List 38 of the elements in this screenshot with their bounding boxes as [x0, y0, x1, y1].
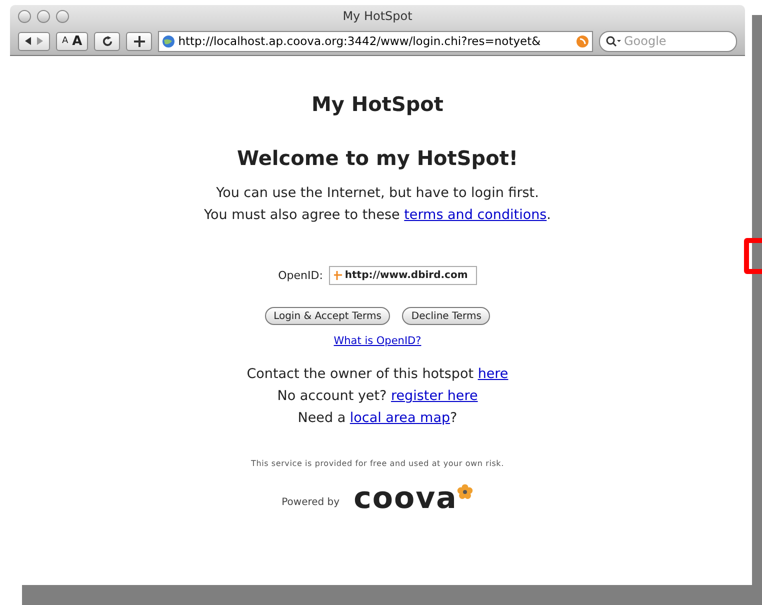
reload-icon	[102, 36, 113, 46]
window-control-icon[interactable]	[18, 10, 31, 23]
logo-text: coova	[354, 484, 458, 514]
welcome-heading: Welcome to my HotSpot!	[236, 146, 518, 170]
plus-icon	[134, 36, 145, 46]
flower-icon	[457, 484, 474, 500]
add-bookmark-button[interactable]	[126, 32, 152, 50]
info-text: Contact the owner of this hotspot	[246, 365, 475, 384]
form-button[interactable]: Decline Terms	[402, 307, 490, 325]
intro-text: You can use the Internet, but have to login first.	[216, 184, 539, 203]
powered-by-text: Powered by	[282, 497, 340, 508]
window-title: My HotSpot	[342, 9, 412, 23]
reload-button[interactable]	[94, 32, 120, 50]
rss-icon	[576, 34, 589, 48]
terms-text: You must also agree to these	[204, 206, 401, 225]
terms-link[interactable]: terms and conditions	[404, 204, 547, 226]
globe-icon	[162, 34, 176, 48]
search-icon	[606, 36, 622, 46]
window-control-icon[interactable]	[56, 10, 69, 23]
info-link[interactable]: local area map	[350, 407, 450, 429]
page-heading: My HotSpot	[312, 92, 444, 116]
info-text: Need a	[298, 409, 347, 428]
info-text: ?	[450, 409, 458, 428]
arrows-icon	[24, 37, 44, 45]
text-size-button[interactable]: A A	[56, 32, 88, 50]
window-control-icon[interactable]	[37, 10, 50, 23]
form-button[interactable]: Login & Accept Terms	[264, 307, 390, 325]
openid-label: OpenID:	[278, 269, 323, 282]
openid-field[interactable]: http://www.dbird.com	[328, 266, 477, 285]
openid-icon	[332, 270, 343, 281]
info-text: No account yet?	[277, 387, 388, 406]
back-forward-button[interactable]	[18, 32, 50, 50]
terms-text: .	[546, 206, 551, 225]
disclaimer-text: This service is provided for free and used at your own risk.	[251, 459, 504, 468]
address-field[interactable]: http://localhost.ap.coova.org:3442/www/login.chi?res=notyet&	[158, 30, 593, 52]
info-link[interactable]: here	[478, 363, 508, 385]
info-link[interactable]: register here	[391, 385, 478, 407]
openid-help-link[interactable]: What is OpenID?	[334, 335, 422, 347]
